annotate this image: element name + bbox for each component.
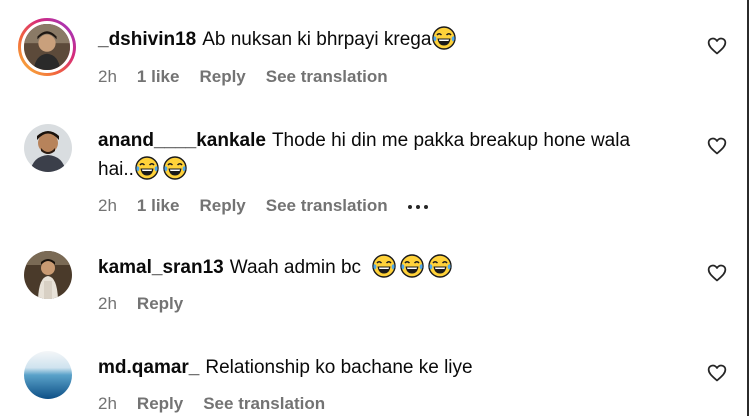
- comment-body: anand____kankale Thode hi din me pakka br…: [98, 126, 678, 184]
- heart-outline-icon[interactable]: [707, 136, 727, 156]
- reply-button[interactable]: Reply: [137, 394, 183, 413]
- comment-username[interactable]: anand____kankale: [98, 130, 266, 151]
- comment-body: _dshivin18 Ab nuksan ki bhrpayi krega: [98, 25, 678, 54]
- comment-time: 2h: [98, 394, 117, 413]
- comment-meta: 2h Reply See translation: [98, 394, 345, 414]
- reply-button[interactable]: Reply: [137, 294, 183, 313]
- laughing-tears-emoji: [432, 26, 457, 50]
- see-translation-button[interactable]: See translation: [266, 67, 388, 86]
- avatar[interactable]: [24, 251, 72, 299]
- likes-count-button[interactable]: 1 like: [137, 196, 180, 215]
- avatar-image: [24, 251, 72, 299]
- comment-text: Relationship ko bachane ke liye: [205, 357, 473, 378]
- comment-time: 2h: [98, 196, 117, 215]
- laughing-tears-emoji: [372, 254, 396, 278]
- comment-meta: 2h 1 like Reply See translation: [98, 194, 452, 216]
- comment-text: Thode hi din me pakka breakup hone wala: [271, 130, 631, 151]
- laughing-tears-emoji: [163, 156, 187, 180]
- more-options-icon[interactable]: [407, 194, 432, 214]
- avatar-image: [24, 24, 70, 70]
- avatar-story-ring[interactable]: [18, 18, 76, 76]
- comment-body: kamal_sran13 Waah admin bc: [98, 253, 678, 282]
- comment-username[interactable]: kamal_sran13: [98, 257, 224, 278]
- laughing-tears-emoji: [400, 254, 424, 278]
- heart-outline-icon[interactable]: [707, 263, 727, 283]
- comment-text: Waah admin bc: [229, 257, 362, 278]
- comment-meta: 2h 1 like Reply See translation: [98, 67, 408, 87]
- comment-time: 2h: [98, 67, 117, 86]
- heart-outline-icon[interactable]: [707, 36, 727, 56]
- comment-username[interactable]: md.qamar_: [98, 357, 199, 378]
- comment-text-continued: hai..: [98, 159, 134, 180]
- avatar-image: [24, 124, 72, 172]
- comment-meta: 2h Reply: [98, 294, 203, 314]
- avatar[interactable]: [24, 351, 72, 399]
- comment-time: 2h: [98, 294, 117, 313]
- comment-body: md.qamar_ Relationship ko bachane ke liye: [98, 353, 678, 382]
- laughing-tears-emoji: [135, 156, 159, 180]
- comment-username[interactable]: _dshivin18: [98, 29, 196, 50]
- reply-button[interactable]: Reply: [199, 196, 245, 215]
- see-translation-button[interactable]: See translation: [203, 394, 325, 413]
- avatar-image: [24, 351, 72, 399]
- avatar: [21, 21, 73, 73]
- avatar[interactable]: [24, 124, 72, 172]
- see-translation-button[interactable]: See translation: [266, 196, 388, 215]
- comments-panel: _dshivin18 Ab nuksan ki bhrpayi krega 2h 1…: [0, 0, 749, 416]
- heart-outline-icon[interactable]: [707, 363, 727, 383]
- reply-button[interactable]: Reply: [199, 67, 245, 86]
- likes-count-button[interactable]: 1 like: [137, 67, 180, 86]
- laughing-tears-emoji: [428, 254, 452, 278]
- comment-text: Ab nuksan ki bhrpayi krega: [202, 29, 432, 50]
